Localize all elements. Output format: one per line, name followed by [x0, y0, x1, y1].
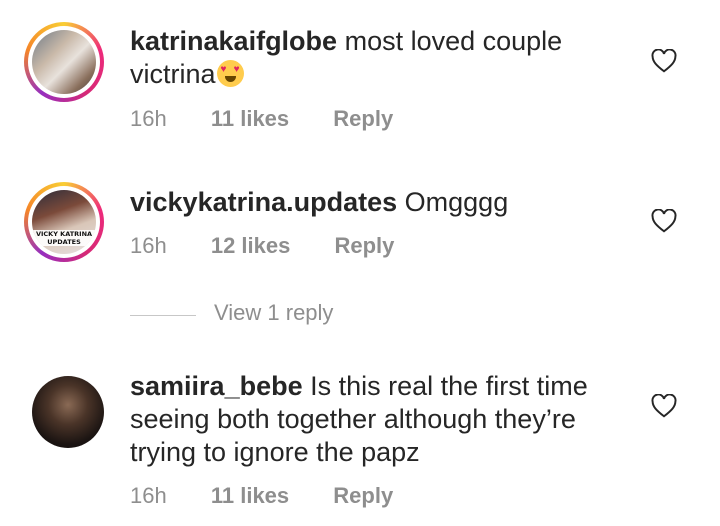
likes-count[interactable]: 11 likes	[211, 106, 289, 132]
reply-button[interactable]: Reply	[334, 233, 394, 259]
reply-button[interactable]: Reply	[333, 106, 393, 132]
avatar: VICKY KATRINA UPDATES	[32, 190, 96, 254]
likes-count[interactable]: 12 likes	[211, 233, 291, 259]
comment-username[interactable]: vickykatrina.updates	[130, 187, 397, 217]
heart-icon[interactable]	[651, 49, 677, 73]
comment-text: vickykatrina.updates Omgggg	[130, 186, 630, 219]
heart-icon[interactable]	[651, 209, 677, 233]
heart-icon[interactable]	[651, 394, 677, 418]
comment-meta: 16h 11 likes Reply	[130, 483, 393, 509]
comment-time: 16h	[130, 106, 167, 131]
avatar-story-ring[interactable]	[24, 22, 104, 102]
divider	[130, 315, 196, 316]
reply-button[interactable]: Reply	[333, 483, 393, 509]
view-replies-label[interactable]: View 1 reply	[214, 300, 333, 326]
comment-meta: 16h 12 likes Reply	[130, 233, 394, 259]
comment-text: katrinakaifglobe most loved couple victr…	[130, 25, 630, 91]
likes-count[interactable]: 11 likes	[211, 483, 289, 509]
comment-body: Omgggg	[404, 187, 509, 217]
comment-time: 16h	[130, 233, 167, 258]
avatar-caption: VICKY KATRINA UPDATES	[32, 230, 96, 246]
avatar-story-ring[interactable]: VICKY KATRINA UPDATES	[24, 182, 104, 262]
comment-text: samiira_bebe Is this real the first time…	[130, 370, 630, 469]
comment-username[interactable]: samiira_bebe	[130, 371, 303, 401]
avatar	[32, 30, 96, 94]
avatar[interactable]	[32, 376, 104, 448]
heart-eyes-emoji-icon: ♥ ♥	[216, 60, 244, 87]
comment-meta: 16h 11 likes Reply	[130, 106, 393, 132]
comment-time: 16h	[130, 483, 167, 508]
comment-username[interactable]: katrinakaifglobe	[130, 26, 337, 56]
